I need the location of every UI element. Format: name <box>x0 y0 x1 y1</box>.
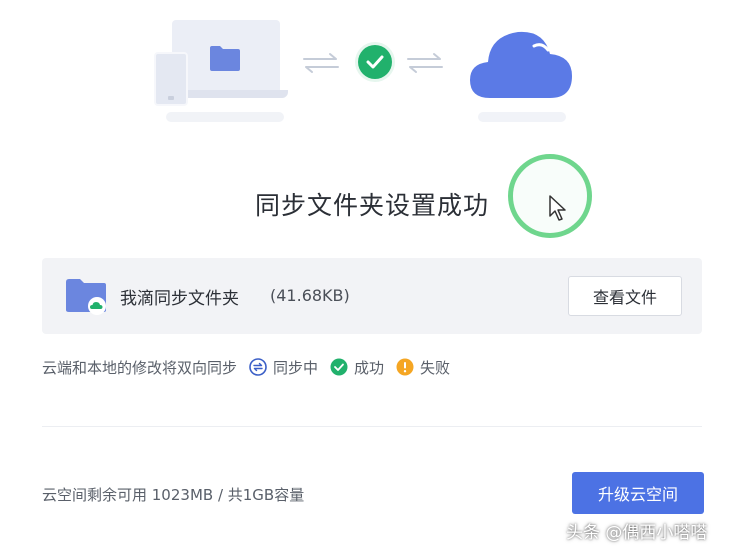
cloud-shadow <box>478 112 566 122</box>
sync-arrows-icon <box>407 53 443 73</box>
legend-item-syncing: 同步中 <box>249 357 318 378</box>
cloud-icon <box>470 31 572 98</box>
folder-size: (41.68KB) <box>270 286 350 305</box>
sync-arrows-icon <box>303 53 339 73</box>
page-title: 同步文件夹设置成功 <box>254 191 489 220</box>
sync-illustration <box>0 0 744 140</box>
folder-name: 我滴同步文件夹 <box>120 289 239 309</box>
upgrade-storage-button[interactable]: 升级云空间 <box>572 472 704 514</box>
syncing-icon <box>249 358 267 376</box>
sync-folder-card: 我滴同步文件夹 (41.68KB) 查看文件 <box>42 258 702 334</box>
mouse-cursor-icon <box>549 195 566 221</box>
watermark: 头条 @偶西小嗒嗒 <box>566 523 708 543</box>
checkmark-icon <box>358 45 392 79</box>
legend-item-success: 成功 <box>330 357 384 378</box>
view-files-button[interactable]: 查看文件 <box>568 276 682 316</box>
legend-label-success: 成功 <box>354 358 385 377</box>
failed-icon <box>396 358 414 376</box>
folder-icon <box>210 46 240 71</box>
success-icon <box>330 358 348 376</box>
storage-remaining-text: 云空间剩余可用 1023MB / 共1GB容量 <box>42 486 305 504</box>
legend-label-syncing: 同步中 <box>273 358 319 377</box>
divider <box>42 426 702 427</box>
device-shadow <box>166 112 284 122</box>
phone-icon <box>154 52 188 106</box>
phone-home-button <box>168 96 174 100</box>
folder-icon <box>66 279 106 315</box>
legend-item-failed: 失败 <box>396 357 450 378</box>
legend-label-failed: 失败 <box>420 358 451 377</box>
sync-description: 云端和本地的修改将双向同步 <box>42 358 238 377</box>
sync-status-legend: 云端和本地的修改将双向同步 同步中 成功 失败 <box>42 356 450 378</box>
sync-success-dialog: 同步文件夹设置成功 我滴同步文件夹 (41.68KB) 查看文件 云端和本地的修… <box>0 0 744 558</box>
